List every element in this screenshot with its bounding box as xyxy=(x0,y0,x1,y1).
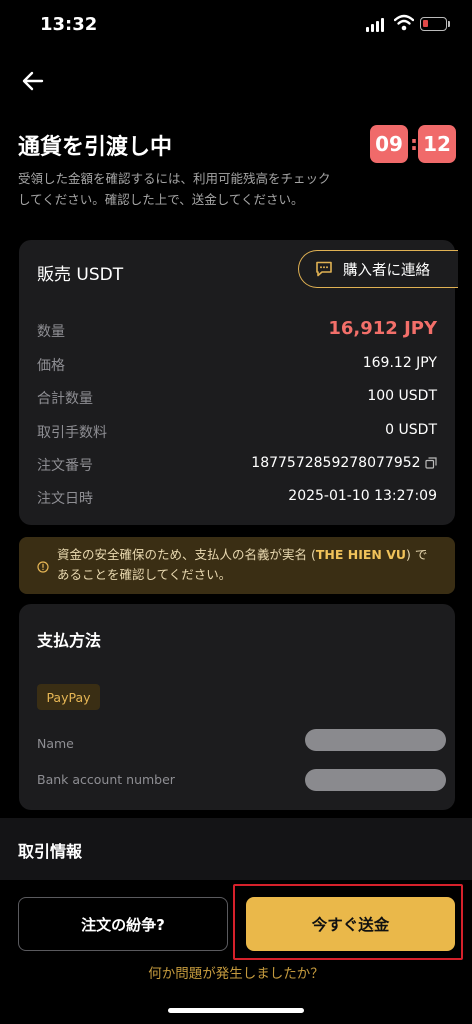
price-label: 価格 xyxy=(37,358,65,374)
problem-link[interactable]: 何か問題が発生しましたか？ xyxy=(0,962,472,982)
total-amount-label: 合計数量 xyxy=(37,391,93,407)
highlight-box xyxy=(233,884,463,960)
battery-cap xyxy=(448,21,450,27)
order-time-value: 2025-01-10 13:27:09 xyxy=(288,488,437,504)
payment-method-badge: PayPay xyxy=(37,684,100,710)
home-indicator xyxy=(168,1008,304,1013)
chat-icon xyxy=(316,261,332,277)
warning-text-before: 資金の安全確保のため、支払人の名義が実名 ( xyxy=(57,547,316,562)
order-time-label: 注文日時 xyxy=(37,491,93,507)
instruction-text: 受領した金額を確認するには、利用可能残高をチェックしてください。確認した上で、送… xyxy=(18,171,331,207)
bank-account-label: Bank account number xyxy=(37,772,175,787)
timer-separator: : xyxy=(410,131,418,155)
fee-label: 取引手数料 xyxy=(37,425,107,441)
dispute-button[interactable]: 注文の紛争? xyxy=(18,897,228,951)
copy-icon[interactable] xyxy=(425,457,437,469)
order-title: 販売 USDT xyxy=(37,265,124,285)
order-number-label: 注文番号 xyxy=(37,458,93,474)
fee-value: 0 USDT xyxy=(385,422,437,438)
timer-seconds: 12 xyxy=(418,125,456,163)
name-redacted xyxy=(305,729,446,751)
payment-method-title: 支払方法 xyxy=(37,631,102,650)
cellular-signal-icon xyxy=(366,18,386,32)
warning-text: 資金の安全確保のため、支払人の名義が実名 (THE HIEN VU) であること… xyxy=(57,545,437,585)
bank-account-redacted xyxy=(305,769,446,791)
info-icon xyxy=(37,558,49,573)
quantity-value: 16,912 JPY xyxy=(328,318,437,339)
name-label: Name xyxy=(37,736,74,751)
back-arrow-icon[interactable] xyxy=(20,68,46,94)
wifi-icon xyxy=(393,14,415,32)
battery-icon xyxy=(420,17,447,31)
timer-minutes: 09 xyxy=(370,125,408,163)
status-time: 13:32 xyxy=(40,14,98,35)
contact-buyer-label: 購入者に連絡 xyxy=(343,262,430,279)
quantity-label: 数量 xyxy=(37,324,65,340)
order-number-value: 1877572859278077952 xyxy=(251,455,421,471)
trade-info-title: 取引情報 xyxy=(18,842,83,861)
payer-name: THE HIEN VU xyxy=(315,547,407,562)
page-title: 通貨を引渡し中 xyxy=(18,135,173,160)
total-amount-value: 100 USDT xyxy=(367,388,437,404)
contact-buyer-button[interactable]: 購入者に連絡 xyxy=(298,250,458,288)
order-number-row: 1877572859278077952 xyxy=(251,455,437,471)
price-value: 169.12 JPY xyxy=(362,355,437,371)
